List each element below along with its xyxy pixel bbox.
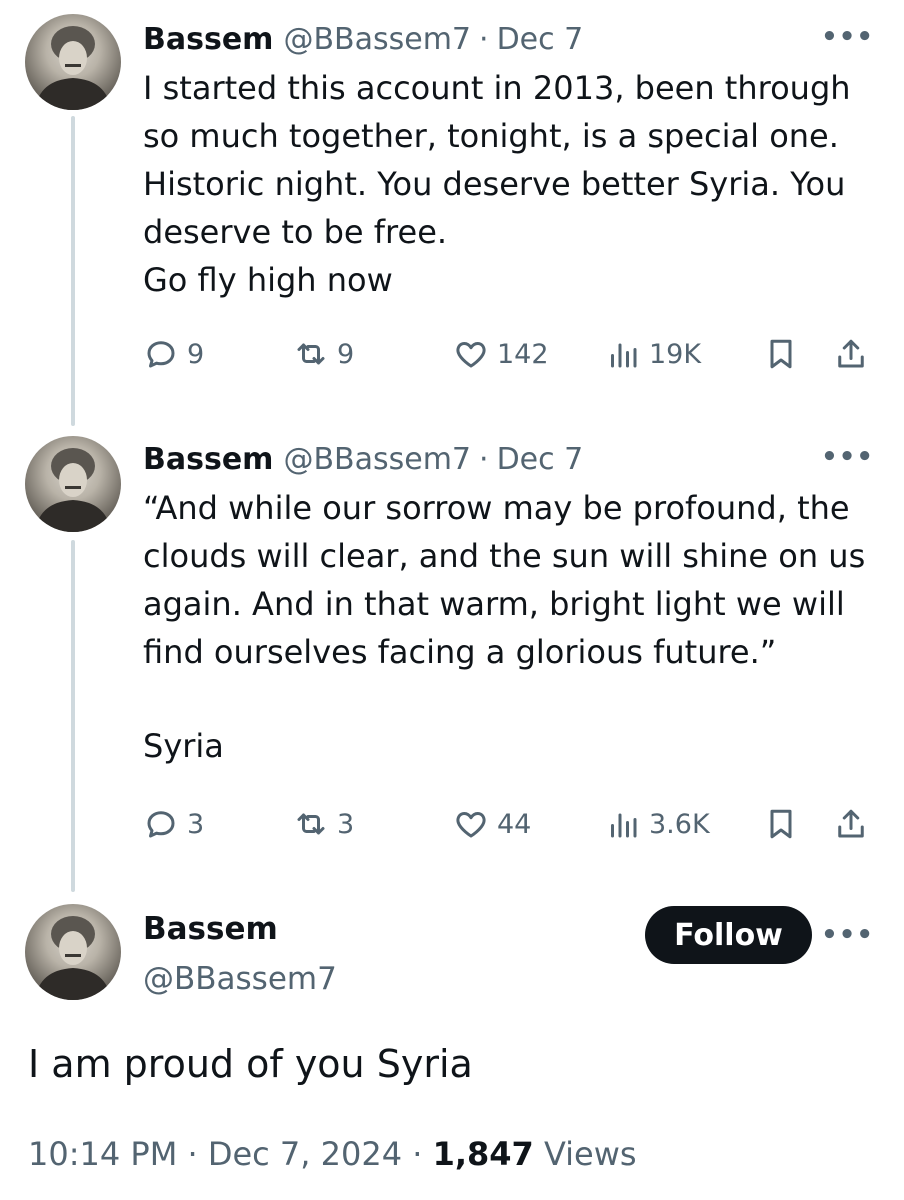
tweet-text-line: clouds will clear, and the sun will shin… — [143, 537, 866, 575]
tweet-text-line: Historic night. You deserve better Syria… — [143, 165, 846, 203]
tweet-text: I started this account in 2013, been thr… — [143, 64, 874, 304]
repost-icon — [297, 813, 325, 835]
separator-dot: · — [479, 442, 489, 477]
more-horizontal-icon[interactable]: ••• — [821, 920, 874, 950]
more-horizontal-icon[interactable]: ••• — [821, 442, 874, 472]
analytics-icon — [611, 813, 637, 838]
like-button[interactable]: 142 — [453, 336, 549, 372]
thread-connector — [71, 116, 75, 426]
reply-icon — [147, 811, 175, 838]
bookmark-icon — [770, 339, 792, 369]
share-icon — [838, 339, 864, 368]
reply-icon — [147, 341, 175, 368]
repost-icon — [297, 343, 325, 365]
tweet-text-line: Go fly high now — [143, 261, 393, 299]
avatar-portrait — [35, 916, 111, 1000]
repost-count: 3 — [337, 808, 355, 840]
avatar[interactable] — [25, 904, 121, 1000]
tweet-date[interactable]: Dec 7 — [497, 20, 584, 60]
main-tweet-text: I am proud of you Syria — [28, 1042, 473, 1086]
display-name[interactable]: Bassem — [143, 20, 273, 60]
avatar[interactable] — [25, 436, 121, 532]
like-button[interactable]: 44 — [453, 806, 531, 842]
reply-count: 3 — [187, 808, 205, 840]
tweet-text-line: find ourselves facing a glorious future.… — [143, 633, 777, 671]
tweet-text-line: “And while our sorrow may be profound, t… — [143, 489, 850, 527]
heart-icon — [456, 812, 486, 838]
thread-tweet-2[interactable]: Bassem @BBassem7 · Dec 7 ••• “And while … — [143, 440, 874, 770]
views-label: Views — [543, 1135, 637, 1173]
tweet-time[interactable]: 10:14 PM — [28, 1135, 177, 1173]
views-count: 19K — [649, 338, 702, 370]
analytics-icon — [611, 343, 637, 368]
tweet-text-line: again. And in that warm, bright light we… — [143, 585, 845, 623]
like-count: 44 — [497, 808, 532, 840]
views-count: 1,847 — [432, 1135, 534, 1173]
thread-tweet-1[interactable]: Bassem @BBassem7 · Dec 7 ••• I started t… — [143, 20, 874, 304]
tweet-text-line: Syria — [143, 727, 224, 765]
user-handle[interactable]: @BBassem7 — [143, 958, 337, 1000]
tweet-text-line: deserve to be free. — [143, 213, 448, 251]
separator-dot: · — [187, 1135, 198, 1173]
tweet-text-line: so much together, tonight, is a special … — [143, 117, 839, 155]
tweet-date[interactable]: Dec 7 — [497, 440, 584, 480]
avatar-portrait — [35, 448, 111, 532]
tweet-header: Bassem @BBassem7 · Dec 7 — [143, 20, 874, 60]
repost-button[interactable]: 3 — [293, 806, 354, 842]
bookmark-button[interactable] — [763, 806, 799, 842]
bookmark-button[interactable] — [763, 336, 799, 372]
repost-button[interactable]: 9 — [293, 336, 354, 372]
separator-dot: · — [479, 22, 489, 57]
user-handle[interactable]: @BBassem7 — [283, 20, 471, 60]
bookmark-icon — [770, 809, 792, 839]
thread-connector — [71, 540, 75, 892]
tweet-actions: 9 9 142 19K — [143, 336, 874, 380]
tweet-text: “And while our sorrow may be profound, t… — [143, 484, 874, 770]
follow-button[interactable]: Follow — [645, 906, 812, 964]
display-name[interactable]: Bassem — [143, 908, 278, 950]
share-button[interactable] — [833, 806, 869, 842]
reply-button[interactable]: 3 — [143, 806, 204, 842]
repost-count: 9 — [337, 338, 355, 370]
avatar-portrait — [35, 26, 111, 110]
heart-icon — [456, 342, 486, 368]
views-button[interactable]: 19K — [605, 336, 701, 372]
user-handle[interactable]: @BBassem7 — [283, 440, 471, 480]
share-button[interactable] — [833, 336, 869, 372]
more-horizontal-icon[interactable]: ••• — [821, 22, 874, 52]
reply-count: 9 — [187, 338, 205, 370]
views-button[interactable]: 3.6K — [605, 806, 710, 842]
tweet-meta: 10:14 PM · Dec 7, 2024 · 1,847 Views — [28, 1132, 637, 1176]
views-count: 3.6K — [649, 808, 710, 840]
share-icon — [838, 809, 864, 838]
avatar[interactable] — [25, 14, 121, 110]
separator-dot: · — [412, 1135, 423, 1173]
like-count: 142 — [497, 338, 549, 370]
tweet-actions: 3 3 44 3.6K — [143, 806, 874, 850]
tweet-full-date[interactable]: Dec 7, 2024 — [208, 1135, 402, 1173]
tweet-text-line: I started this account in 2013, been thr… — [143, 69, 851, 107]
tweet-header: Bassem @BBassem7 · Dec 7 — [143, 440, 874, 480]
display-name[interactable]: Bassem — [143, 440, 273, 480]
reply-button[interactable]: 9 — [143, 336, 204, 372]
